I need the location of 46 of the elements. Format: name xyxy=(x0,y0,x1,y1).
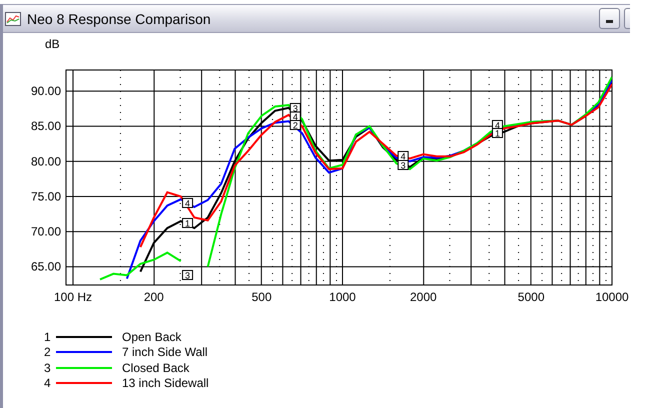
curve-marker: 3 xyxy=(182,270,194,280)
annotation: 4 xyxy=(292,112,298,122)
annotation: 4 xyxy=(494,120,500,130)
tick-label: 1000 xyxy=(329,290,356,304)
window-title: Neo 8 Response Comparison xyxy=(27,10,212,26)
tick-label: 90.00 xyxy=(30,84,61,98)
tick-label: 100 Hz xyxy=(54,290,92,304)
tick-label: 200 xyxy=(144,290,164,304)
annotation: 3 xyxy=(400,160,406,170)
curve-marker: 1 xyxy=(182,218,194,228)
curve-marker: 4 xyxy=(492,120,503,130)
annotation: 2 xyxy=(292,120,298,130)
annotation: 3 xyxy=(185,270,190,280)
tick-label: 70.00 xyxy=(30,224,61,239)
legend-number: 3 xyxy=(44,360,52,375)
curve-marker: 2 xyxy=(290,120,301,130)
curve-marker: 4 xyxy=(182,198,194,208)
minimize-button[interactable] xyxy=(599,8,620,29)
annotation: 1 xyxy=(185,218,190,228)
tick-label: 500 xyxy=(252,290,272,304)
chart-icon xyxy=(5,12,21,26)
legend-number: 1 xyxy=(44,330,52,344)
curve-marker: 4 xyxy=(398,151,409,162)
tick-label: 2000 xyxy=(410,290,437,304)
curve-marker: 3 xyxy=(398,160,409,170)
tick-label: 75.00 xyxy=(30,189,61,204)
annotation: 1 xyxy=(494,128,500,138)
legend-label: 13 inch Sidewall xyxy=(122,376,209,390)
tick-label: 65.00 xyxy=(30,260,61,274)
maximize-button[interactable] xyxy=(624,8,630,29)
tick-label: 10000 xyxy=(595,290,629,304)
y-axis-label: dB xyxy=(45,37,60,51)
legend-label: Open Back xyxy=(122,330,182,344)
curve-marker: 3 xyxy=(290,103,301,114)
annotation: 4 xyxy=(185,198,190,208)
tick-label: 80.00 xyxy=(30,154,61,168)
tick-label: 5000 xyxy=(518,290,544,304)
legend-label: 7 inch Side Wall xyxy=(122,345,208,360)
curve-marker: 1 xyxy=(492,128,503,138)
tick-label: 85.00 xyxy=(30,119,61,134)
legend-label: Closed Back xyxy=(122,360,190,375)
legend-number: 2 xyxy=(44,345,52,360)
annotation: 3 xyxy=(292,104,298,114)
curve-marker: 4 xyxy=(290,112,301,122)
annotation: 4 xyxy=(400,152,406,162)
legend-number: 4 xyxy=(44,376,52,390)
